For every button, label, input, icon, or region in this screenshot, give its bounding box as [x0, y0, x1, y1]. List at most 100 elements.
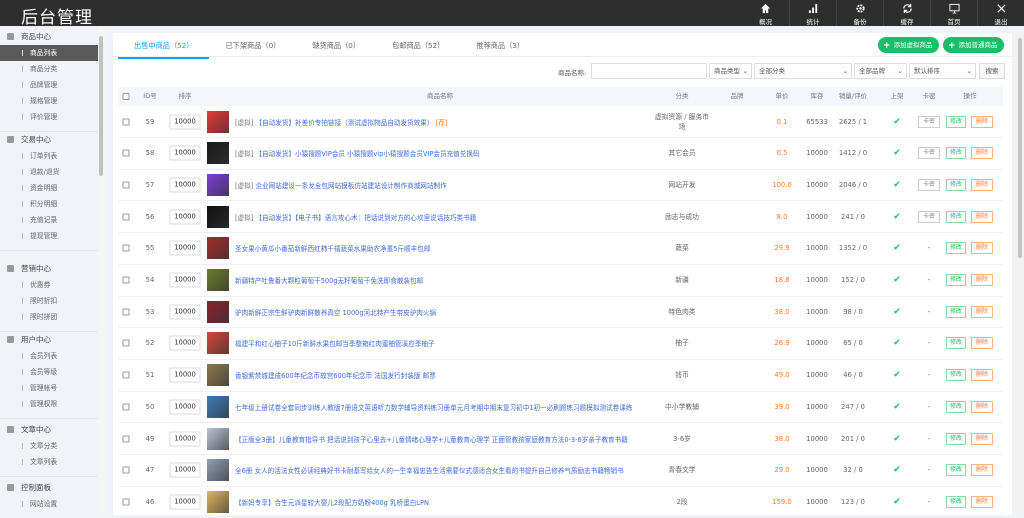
listed-check-icon[interactable]: ✔: [893, 497, 901, 507]
sort-input[interactable]: 10000: [169, 209, 201, 225]
row-checkbox[interactable]: [122, 498, 130, 506]
card-key-button[interactable]: 卡密: [918, 178, 940, 191]
edit-button[interactable]: 修改: [946, 464, 966, 477]
row-checkbox[interactable]: [122, 276, 130, 284]
sort-input[interactable]: 10000: [169, 494, 201, 510]
product-name-link[interactable]: [虚拟] 【自动发货】补差价专拍链接（测试虚拟物品自动发货效果） [荐]: [235, 117, 447, 127]
listed-check-icon[interactable]: ✔: [893, 434, 901, 444]
nav-close-button[interactable]: 退出: [977, 0, 1024, 26]
edit-button[interactable]: 修改: [946, 147, 966, 160]
sidebar-group-header[interactable]: 商品中心: [0, 28, 98, 45]
edit-button[interactable]: 修改: [946, 495, 966, 508]
product-name-link[interactable]: 全6册 女人的活法女性必读经典好书卡耐基写给女人的一生幸福忠告生活需要仪式感适合…: [235, 465, 624, 475]
select-all-checkbox[interactable]: [122, 93, 130, 100]
sidebar-item[interactable]: 管理权限: [0, 396, 98, 412]
sort-input[interactable]: 10000: [169, 145, 201, 161]
add-normal-product-button[interactable]: + 添加普通商品: [943, 37, 1004, 53]
nav-refresh-button[interactable]: 缓存: [883, 0, 930, 26]
delete-button[interactable]: 删除: [971, 147, 993, 160]
sort-input[interactable]: 10000: [169, 114, 201, 129]
row-checkbox[interactable]: [122, 435, 130, 442]
product-name-link[interactable]: 香银紫禁城建成600年纪念币故宫600年纪念币 法国发行封装版 邮票: [235, 370, 436, 380]
delete-button[interactable]: 删除: [971, 337, 993, 350]
sort-input[interactable]: 10000: [169, 431, 201, 446]
product-name-link[interactable]: 【正版全3册】儿童教育指导书 把话说到孩子心里去+儿童情绪心理学+儿童教育心理学…: [235, 434, 628, 444]
edit-button[interactable]: 修改: [946, 337, 966, 350]
sort-input[interactable]: 10000: [169, 335, 201, 351]
sidebar-group-header[interactable]: 文章中心: [0, 421, 98, 438]
sidebar-item[interactable]: 限时折扣: [0, 293, 98, 309]
sidebar-item[interactable]: 评价管理: [0, 109, 98, 125]
row-checkbox[interactable]: [122, 213, 130, 221]
nav-home-button[interactable]: 概况: [742, 0, 789, 26]
sort-input[interactable]: 10000: [169, 177, 201, 193]
product-name-input[interactable]: [591, 63, 707, 79]
sidebar-item[interactable]: 文章分类: [0, 438, 98, 454]
edit-button[interactable]: 修改: [946, 210, 966, 223]
product-thumbnail[interactable]: [207, 459, 229, 482]
sidebar-item[interactable]: 退款/退货: [0, 164, 98, 180]
card-key-button[interactable]: 卡密: [918, 210, 940, 223]
product-name-link[interactable]: 新疆特产吐鲁番大颗粒葡萄干500g无籽葡萄干免洗即食散装包邮: [235, 275, 423, 285]
sidebar-item[interactable]: 会员列表: [0, 348, 98, 364]
product-name-link[interactable]: [虚拟] 【自动发货】【电子书】语言攻心术：把话说到对方的心坎里说话技巧类书籍: [235, 212, 476, 222]
edit-button[interactable]: 修改: [946, 242, 966, 255]
card-key-button[interactable]: 卡密: [918, 147, 940, 160]
row-checkbox[interactable]: [122, 403, 130, 411]
delete-button[interactable]: 删除: [971, 400, 993, 413]
sidebar-group-header[interactable]: 用户中心: [0, 331, 98, 348]
edit-button[interactable]: 修改: [946, 178, 966, 191]
category-select[interactable]: 全部分类 ⌄: [754, 63, 852, 79]
delete-button[interactable]: 删除: [971, 178, 993, 191]
listed-check-icon[interactable]: ✔: [893, 402, 901, 412]
listed-check-icon[interactable]: ✔: [893, 148, 901, 158]
listed-check-icon[interactable]: ✔: [893, 117, 901, 127]
nav-monitor-button[interactable]: 首页: [930, 0, 977, 26]
card-key-button[interactable]: 卡密: [918, 115, 940, 128]
listed-check-icon[interactable]: ✔: [893, 180, 901, 190]
listed-check-icon[interactable]: ✔: [893, 307, 901, 317]
product-thumbnail[interactable]: [207, 142, 229, 165]
row-checkbox[interactable]: [122, 339, 130, 347]
edit-button[interactable]: 修改: [946, 274, 966, 286]
row-checkbox[interactable]: [122, 466, 130, 474]
sidebar-group-header[interactable]: 营销中心: [0, 260, 98, 277]
delete-button[interactable]: 删除: [971, 210, 993, 223]
sort-input[interactable]: 10000: [169, 240, 201, 256]
sidebar-item[interactable]: 优惠券: [0, 277, 98, 293]
add-virtual-product-button[interactable]: + 添加虚拟商品: [878, 37, 939, 53]
delete-button[interactable]: 删除: [971, 115, 993, 128]
sort-select[interactable]: 默认排序 ⌄: [909, 63, 976, 79]
listed-check-icon[interactable]: ✔: [893, 465, 901, 475]
product-name-link[interactable]: [虚拟] 【自动发货】小猿搜题VIP会员 小猿搜题vip小猿搜题会员VIP会员充…: [235, 148, 480, 158]
row-checkbox[interactable]: [122, 149, 130, 157]
delete-button[interactable]: 删除: [971, 495, 993, 508]
delete-button[interactable]: 删除: [971, 274, 993, 286]
product-name-link[interactable]: 圣女果小黄瓜小番茄新鲜西红柿千禧蔬菜水果助农净重5斤顺丰包邮: [235, 243, 430, 253]
brand-select[interactable]: 全部品牌 ⌄: [854, 63, 907, 79]
sort-input[interactable]: 10000: [169, 304, 201, 320]
row-checkbox[interactable]: [122, 118, 130, 125]
listed-check-icon[interactable]: ✔: [893, 212, 901, 222]
sort-input[interactable]: 10000: [169, 399, 201, 415]
sidebar-item[interactable]: 资金明细: [0, 180, 98, 196]
product-name-link[interactable]: [虚拟] 企业网站建设一条龙全包网站模板仿站建站设计制作商城网站制作: [235, 180, 447, 190]
row-checkbox[interactable]: [122, 308, 130, 316]
listed-check-icon[interactable]: ✔: [893, 275, 901, 285]
product-thumbnail[interactable]: [207, 237, 229, 260]
delete-button[interactable]: 删除: [971, 464, 993, 477]
product-thumbnail[interactable]: [207, 300, 229, 323]
sidebar-scrollbar[interactable]: [98, 26, 105, 515]
edit-button[interactable]: 修改: [946, 400, 966, 413]
edit-button[interactable]: 修改: [946, 305, 966, 318]
listed-check-icon[interactable]: ✔: [893, 338, 901, 348]
product-name-link[interactable]: 七年级上册试卷全套同步训练人教版7册语文英语听力数学辅导资料练习册单元月考期中期…: [235, 402, 632, 412]
product-thumbnail[interactable]: [207, 427, 229, 450]
sidebar-item[interactable]: 订单列表: [0, 148, 98, 164]
delete-button[interactable]: 删除: [971, 305, 993, 318]
sidebar-item[interactable]: 规格管理: [0, 93, 98, 109]
sidebar-item[interactable]: 积分明细: [0, 196, 98, 212]
product-thumbnail[interactable]: [207, 173, 229, 196]
sidebar-item[interactable]: 文章列表: [0, 454, 98, 470]
product-name-link[interactable]: 驴肉新鲜正宗生鲜驴肉新鲜散养真空 1000g河北特产生带皮驴肉火锅: [235, 307, 436, 317]
